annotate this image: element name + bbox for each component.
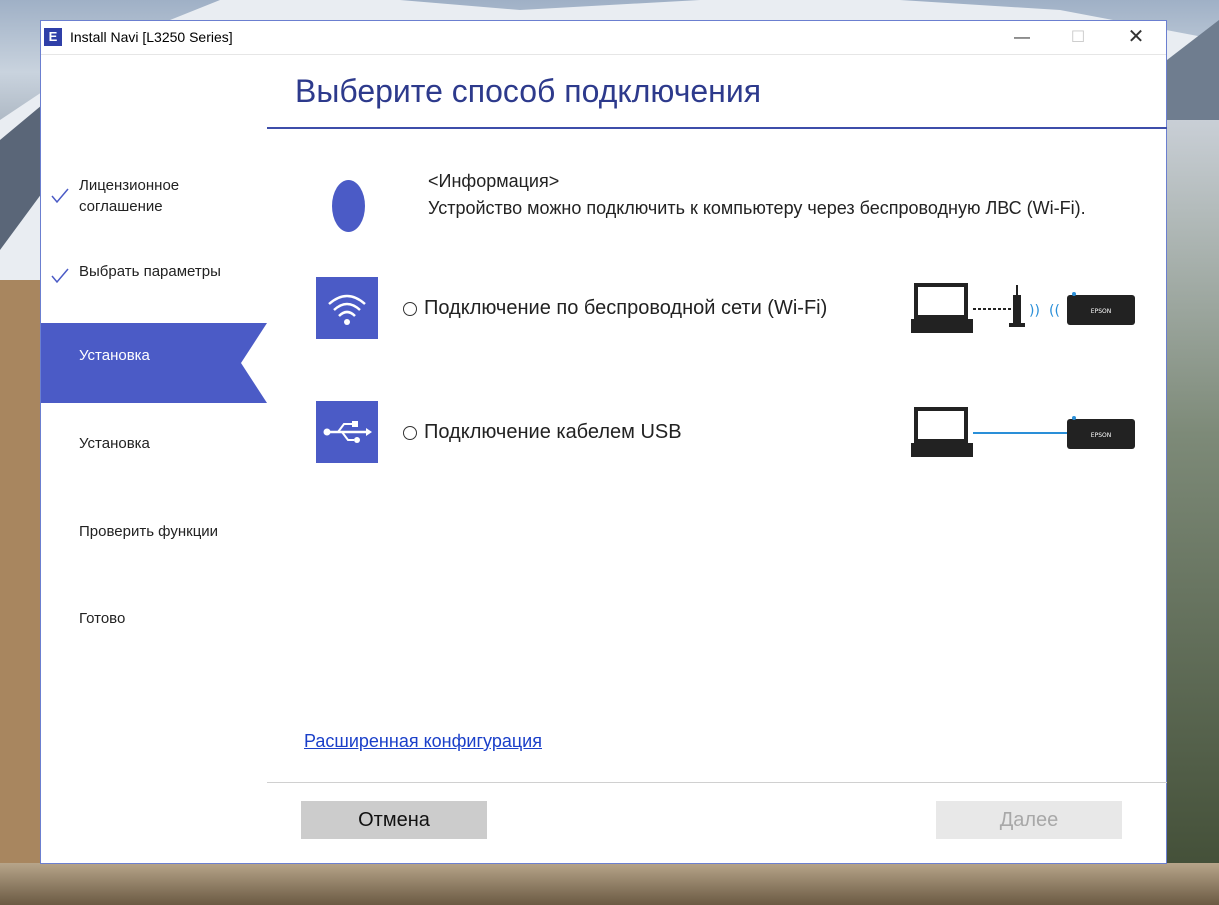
title-bar: E Install Navi [L3250 Series] — ☐ ✕ [41, 21, 1166, 55]
app-icon: E [44, 28, 62, 46]
check-icon [51, 268, 69, 284]
wifi-connection-illustration: )) (( EPSON [911, 283, 1135, 333]
desktop-building [0, 280, 40, 905]
printer-brand-label: EPSON [1091, 308, 1111, 315]
step-label: Лицензионное соглашение [79, 177, 180, 215]
active-step-pointer [241, 323, 267, 403]
usb-option-tile[interactable] [316, 401, 378, 463]
wifi-icon [328, 294, 366, 325]
footer-divider [267, 782, 1167, 783]
wifi-option-tile[interactable] [316, 277, 378, 339]
page-title: Выберите способ подключения [295, 73, 762, 109]
window-title: Install Navi [L3250 Series] [70, 29, 233, 45]
svg-text:((: (( [1049, 303, 1060, 319]
info-text: Устройство можно подключить к компьютеру… [428, 198, 1086, 218]
title-divider [267, 127, 1167, 129]
info-heading: <Информация> [428, 171, 560, 191]
desktop-ground [0, 863, 1219, 905]
usb-radio[interactable] [403, 426, 417, 440]
wifi-option-label[interactable]: Подключение по беспроводной сети (Wi-Fi) [424, 297, 827, 320]
minimize-button[interactable]: — [999, 21, 1045, 54]
step-label: Выбрать параметры [79, 263, 221, 280]
desktop-trees [1167, 120, 1219, 905]
advanced-config-link[interactable]: Расширенная конфигурация [304, 731, 542, 752]
step-label: Готово [79, 610, 126, 627]
step-label: Проверить функции [79, 523, 219, 540]
installer-window: E Install Navi [L3250 Series] — ☐ ✕ Лице… [40, 20, 1167, 864]
info-icon [332, 180, 365, 232]
svg-text:)): )) [1029, 303, 1040, 319]
steps-sidebar: Лицензионное соглашение Выбрать параметр… [41, 55, 267, 863]
next-button[interactable]: Далее [936, 801, 1122, 839]
usb-option-label[interactable]: Подключение кабелем USB [424, 421, 682, 444]
close-button[interactable]: ✕ [1113, 21, 1159, 54]
step-label: Установка [79, 347, 150, 364]
usb-connection-illustration: EPSON [911, 407, 1135, 457]
step-install-active: Установка [41, 323, 267, 403]
maximize-button[interactable]: ☐ [1055, 21, 1101, 54]
cancel-button[interactable]: Отмена [301, 801, 487, 839]
usb-icon [323, 421, 372, 443]
check-icon [51, 188, 69, 204]
wifi-radio[interactable] [403, 302, 417, 316]
step-label: Установка [79, 435, 150, 452]
printer-brand-label: EPSON [1091, 432, 1111, 439]
